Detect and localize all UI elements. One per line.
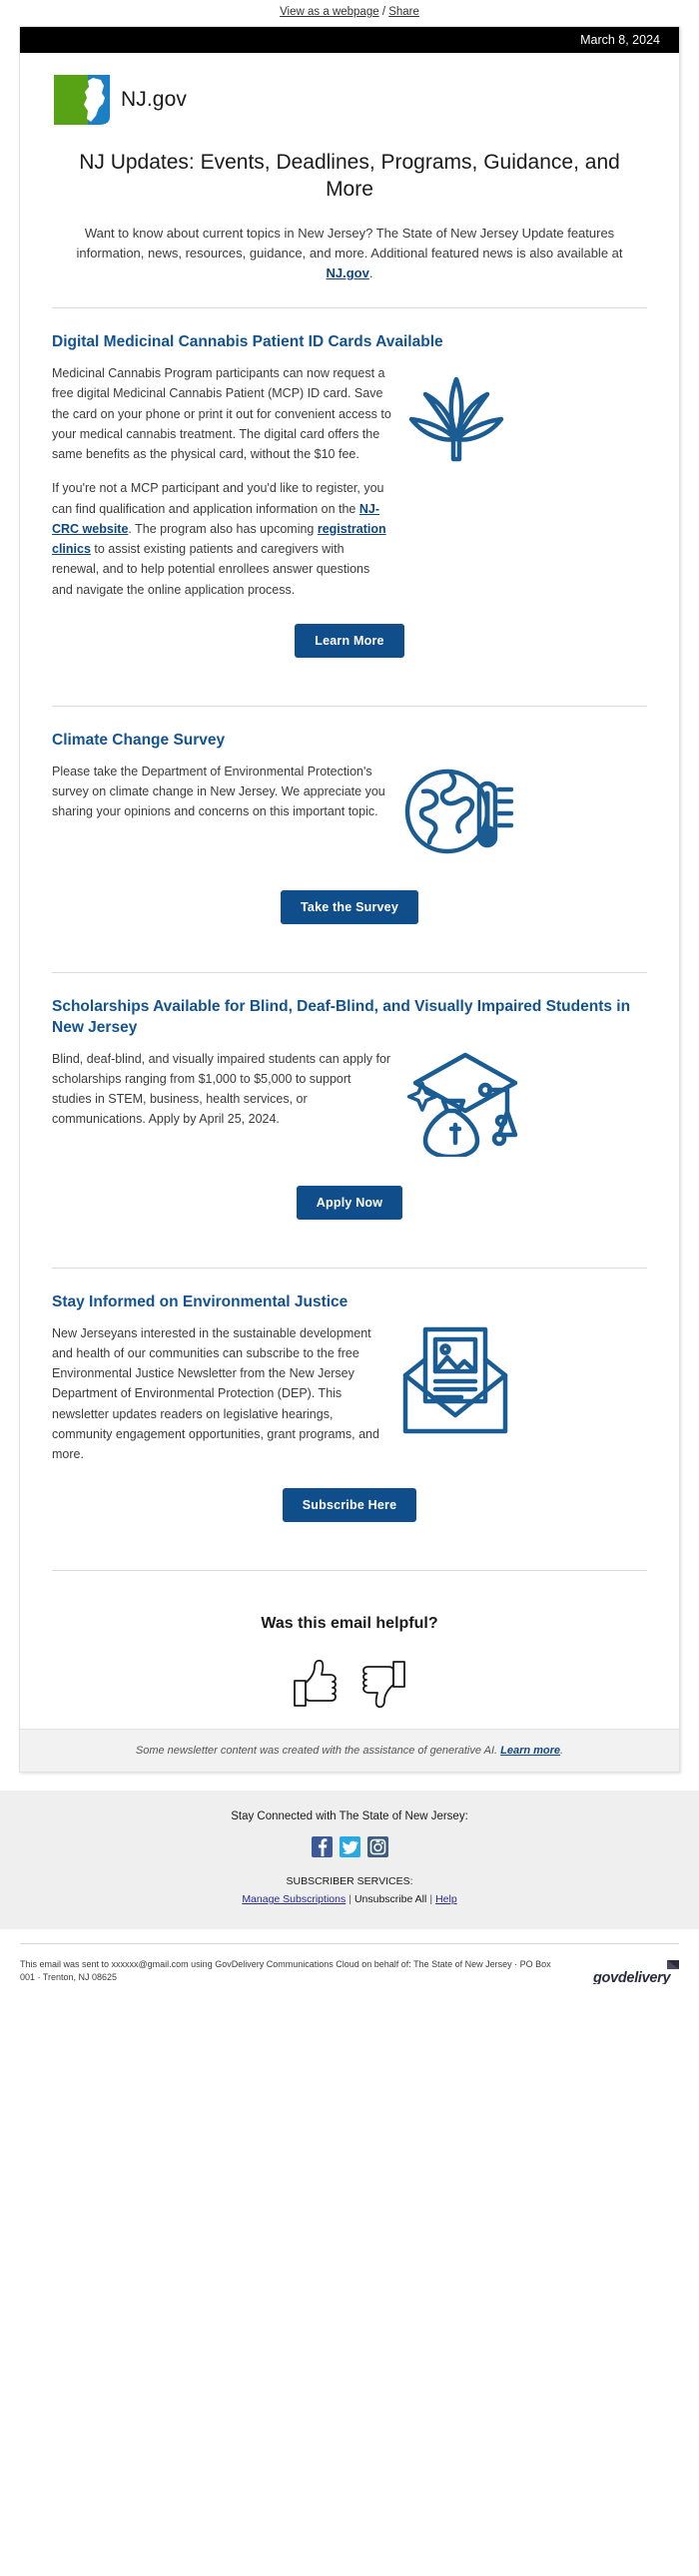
preheader-separator: /: [378, 6, 389, 18]
link-separator: |: [429, 1893, 433, 1906]
article-cannabis: Digital Medicinal Cannabis Patient ID Ca…: [20, 308, 679, 682]
twitter-icon[interactable]: [339, 1836, 360, 1858]
text-run: If you're not a MCP participant and you'…: [52, 481, 384, 516]
thumbs-down-icon[interactable]: [362, 1659, 406, 1709]
nj-state-logo-icon: [52, 72, 112, 128]
ai-disclosure-trailing: .: [560, 1745, 564, 1758]
ai-disclosure: Some newsletter content was created with…: [20, 1729, 679, 1773]
learn-more-button[interactable]: Learn More: [295, 623, 404, 658]
brand-header: NJ.gov: [20, 53, 679, 134]
feedback-block: Was this email helpful?: [20, 1571, 679, 1729]
take-the-survey-button[interactable]: Take the Survey: [281, 889, 418, 924]
manage-subscriptions-link[interactable]: Manage Subscriptions: [242, 1893, 346, 1905]
subscriber-services-label: SUBSCRIBER SERVICES:: [286, 1875, 413, 1888]
share-link[interactable]: Share: [388, 6, 419, 18]
link-separator: |: [349, 1893, 351, 1906]
article-body: Medicinal Cannabis Program participants …: [52, 363, 391, 600]
intro-block: NJ Updates: Events, Deadlines, Programs,…: [20, 134, 679, 283]
article-body: Blind, deaf-blind, and visually impaired…: [52, 1049, 391, 1130]
article-climate: Climate Change Survey Please take the De…: [20, 707, 679, 948]
facebook-icon[interactable]: [311, 1836, 333, 1858]
legal-text: This email was sent to xxxxxx@gmail.com …: [20, 1958, 551, 1983]
unsubscribe-all-link[interactable]: Unsubscribe All: [354, 1893, 426, 1905]
legal-divider: [20, 1942, 679, 1944]
subscribe-here-button[interactable]: Subscribe Here: [282, 1488, 417, 1523]
govdelivery-envelope-icon: [667, 1959, 679, 1969]
ai-learn-more-link[interactable]: Learn more: [500, 1745, 560, 1757]
svg-text:govdelivery: govdelivery: [593, 1970, 672, 1984]
text-run: . The program also has upcoming: [128, 521, 318, 536]
intro-text-after: .: [368, 265, 373, 281]
article-title: Scholarships Available for Blind, Deaf-B…: [52, 997, 631, 1036]
article-paragraph: New Jerseyans interested in the sustaina…: [52, 1325, 379, 1462]
article-body: New Jerseyans interested in the sustaina…: [52, 1323, 391, 1465]
graduation-cap-money-bag-icon: [401, 1049, 519, 1162]
article-body: Please take the Department of Environmen…: [52, 762, 391, 822]
email-card: March 8, 2024 NJ.gov NJ Updates: Events,…: [19, 26, 680, 1774]
help-link[interactable]: Help: [435, 1893, 457, 1905]
open-envelope-newsletter-icon: [401, 1323, 509, 1440]
subscriber-services-links: Manage Subscriptions | Unsubscribe All | Hel…: [20, 1891, 679, 1909]
article-paragraph: If you're not a MCP participant and you'…: [52, 478, 391, 600]
article-title: Climate Change Survey: [52, 731, 226, 749]
issue-date: March 8, 2024: [580, 33, 660, 47]
cta-wrapper: Apply Now: [52, 1162, 647, 1220]
preheader: View as a webpage / Share: [0, 0, 699, 26]
logo-text: NJ.gov: [121, 88, 187, 111]
article-title: Stay Informed on Environmental Justice: [52, 1292, 349, 1310]
stay-connected-label: Stay Connected with The State of New Jer…: [231, 1810, 468, 1823]
email-wrapper: March 8, 2024 NJ.gov NJ Updates: Events,…: [0, 26, 699, 1774]
article-environmental-justice: Stay Informed on Environmental Justice N…: [20, 1269, 679, 1547]
cta-wrapper: Subscribe Here: [52, 1464, 647, 1523]
article-title: Digital Medicinal Cannabis Patient ID Ca…: [52, 333, 443, 351]
apply-now-button[interactable]: Apply Now: [296, 1185, 403, 1220]
govdelivery-logo: govdelivery: [592, 1958, 679, 1989]
article-paragraph: Blind, deaf-blind, and visually impaired…: [52, 1051, 391, 1127]
instagram-icon[interactable]: [366, 1836, 388, 1858]
ai-disclosure-text: Some newsletter content was created with…: [135, 1745, 501, 1758]
article-paragraph: Please take the Department of Environmen…: [52, 764, 385, 819]
cannabis-leaf-icon: [401, 363, 511, 478]
cta-wrapper: Learn More: [52, 600, 647, 658]
cta-wrapper: Take the Survey: [52, 866, 647, 924]
article-paragraph: Medicinal Cannabis Program participants …: [52, 366, 391, 462]
subscriber-services: SUBSCRIBER SERVICES: Manage Subscription…: [20, 1873, 679, 1909]
feedback-buttons: [20, 1659, 679, 1709]
legal-block: This email was sent to xxxxxx@gmail.com …: [0, 1928, 699, 2001]
footer-social-block: Stay Connected with The State of New Jer…: [0, 1791, 699, 1929]
thumbs-up-icon[interactable]: [293, 1659, 337, 1709]
page-title: NJ Updates: Events, Deadlines, Programs,…: [79, 151, 620, 201]
article-scholarships: Scholarships Available for Blind, Deaf-B…: [20, 973, 679, 1244]
text-run: to assist existing patients and caregive…: [52, 542, 370, 597]
intro-text-before: Want to know about current topics in New…: [76, 225, 623, 260]
social-links: [20, 1836, 679, 1858]
njgov-link[interactable]: NJ.gov: [327, 265, 369, 280]
globe-thermometer-icon: [401, 762, 514, 866]
date-bar: March 8, 2024: [20, 27, 679, 53]
view-as-webpage-link[interactable]: View as a webpage: [280, 6, 379, 18]
intro-paragraph: Want to know about current topics in New…: [68, 224, 631, 283]
feedback-question: Was this email helpful?: [261, 1615, 438, 1633]
